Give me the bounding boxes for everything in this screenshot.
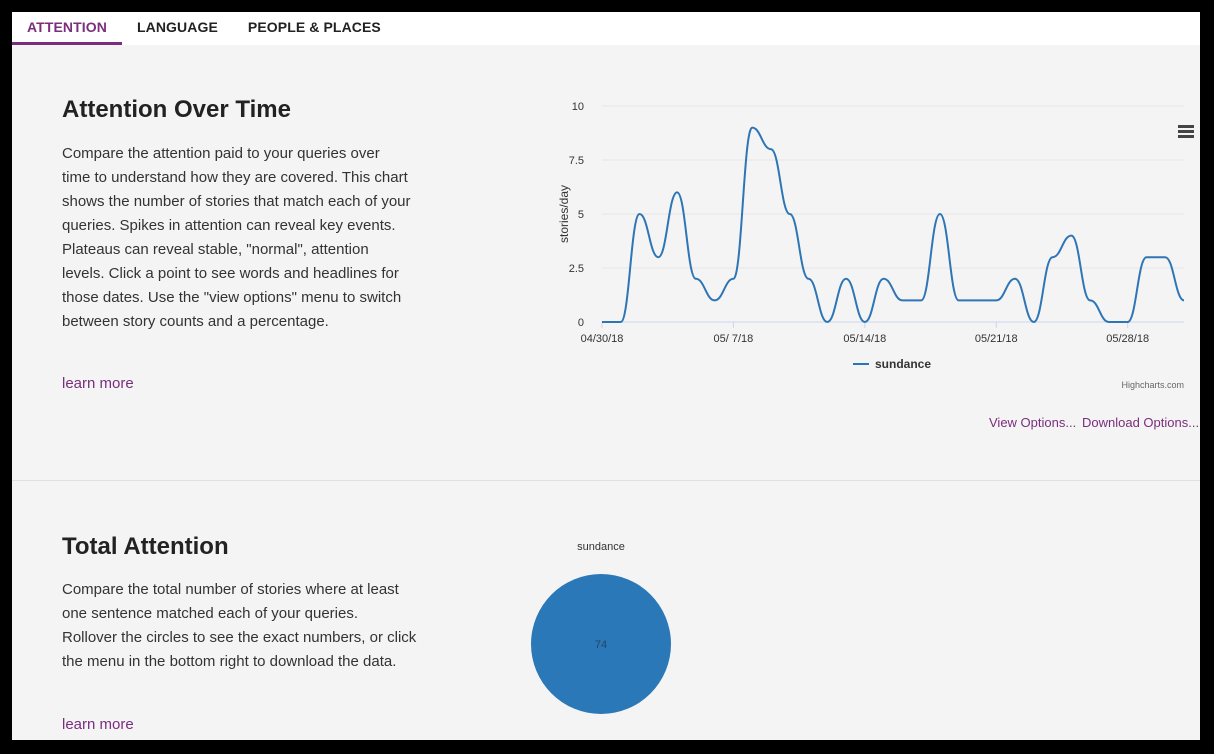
data-point[interactable] [1124,318,1132,326]
x-tick-label: 05/28/18 [1106,333,1149,345]
data-point[interactable] [1030,318,1038,326]
data-point[interactable] [1142,253,1150,261]
data-point[interactable] [1067,232,1075,240]
data-point[interactable] [973,296,981,304]
data-point[interactable] [729,275,737,283]
attention-over-time-description: Compare the attention paid to your queri… [62,145,411,330]
total-attention-description: Compare the total number of stories wher… [62,581,417,670]
data-point[interactable] [748,124,756,132]
download-options-link[interactable]: Download Options... [1082,415,1199,430]
x-tick-label: 05/21/18 [975,333,1018,345]
data-point[interactable] [617,318,625,326]
tab-language[interactable]: LANGUAGE [122,12,233,45]
total-attention-title: Total Attention [62,533,229,560]
tab-bar: ATTENTION LANGUAGE PEOPLE & PLACES [12,12,1200,45]
tab-attention[interactable]: ATTENTION [12,12,122,45]
total-attention-bubble-chart: sundance 74 [531,541,671,714]
data-point[interactable] [786,210,794,218]
bubble-label: sundance [577,541,625,553]
data-point[interactable] [805,275,813,283]
data-point[interactable] [598,318,606,326]
x-tick-label: 04/30/18 [581,333,624,345]
app-frame: ATTENTION LANGUAGE PEOPLE & PLACES Atten… [12,12,1200,740]
data-point[interactable] [936,210,944,218]
data-point[interactable] [992,296,1000,304]
data-point[interactable] [711,296,719,304]
data-point[interactable] [1105,318,1113,326]
y-tick-label: 7.5 [569,155,584,167]
data-point[interactable] [842,275,850,283]
y-axis-label: stories/day [557,185,571,243]
y-tick-label: 10 [572,101,584,113]
learn-more-link-attention[interactable]: learn more [62,375,134,392]
x-tick-label: 05/14/18 [843,333,886,345]
data-point[interactable] [1011,275,1019,283]
y-tick-label: 2.5 [569,263,584,275]
data-point[interactable] [917,296,925,304]
y-tick-label: 5 [578,209,584,221]
y-tick-label: 0 [578,317,584,329]
data-point[interactable] [1161,253,1169,261]
tab-people-places[interactable]: PEOPLE & PLACES [233,12,396,45]
legend-item-sundance[interactable]: sundance [875,357,931,371]
section-divider [12,480,1200,481]
attention-over-time-chart: 0 2.5 5 7.5 10 stories/day 04/30/18 05/ 7/18 05/… [557,101,1198,390]
learn-more-link-total[interactable]: learn more [62,716,134,733]
series-line-sundance[interactable] [601,126,1185,324]
data-point[interactable] [898,296,906,304]
data-point[interactable] [880,275,888,283]
data-point[interactable] [654,253,662,261]
hamburger-menu-icon[interactable] [1174,120,1198,142]
attention-over-time-title: Attention Over Time [62,96,291,123]
data-point[interactable] [1180,296,1188,304]
bubble-value: 74 [595,639,607,651]
x-tick-label: 05/ 7/18 [714,333,754,345]
data-point[interactable] [767,145,775,153]
data-point[interactable] [823,318,831,326]
data-point[interactable] [1086,296,1094,304]
data-point[interactable] [692,275,700,283]
data-point[interactable] [673,188,681,196]
data-point[interactable] [636,210,644,218]
data-point[interactable] [955,296,963,304]
data-point[interactable] [861,318,869,326]
highcharts-credits[interactable]: Highcharts.com [1121,380,1184,390]
view-options-link[interactable]: View Options... [989,415,1076,430]
data-point[interactable] [1049,253,1057,261]
